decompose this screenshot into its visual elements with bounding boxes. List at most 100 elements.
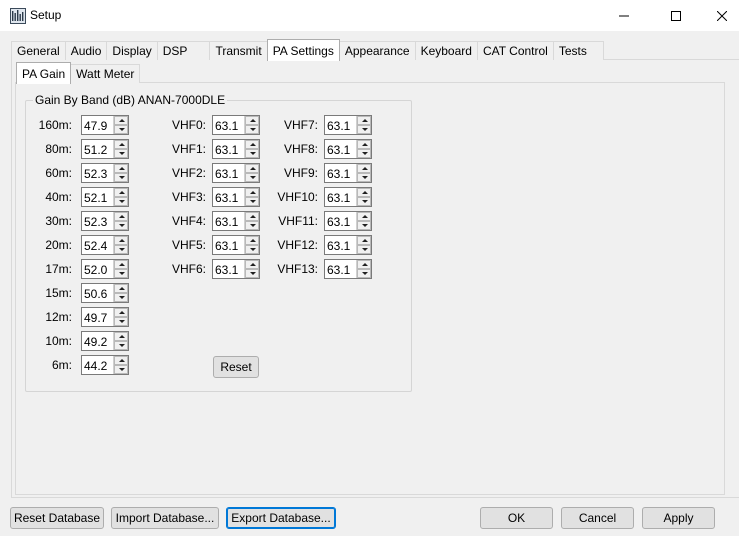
chevron-up-icon[interactable] [114, 260, 128, 269]
vhf-a-gain-spinner-1[interactable]: 63.1 [212, 139, 260, 159]
vhf-b-gain-spinner-2[interactable]: 63.1 [324, 163, 372, 183]
chevron-up-icon[interactable] [114, 212, 128, 221]
apply-button[interactable]: Apply [642, 507, 715, 529]
vhf-a-gain-spinner-6[interactable]: 63.1 [212, 259, 260, 279]
chevron-up-icon[interactable] [114, 284, 128, 293]
chevron-up-icon[interactable] [114, 308, 128, 317]
gain-value[interactable]: 63.1 [327, 191, 350, 205]
tab-display[interactable]: Display [106, 41, 158, 60]
gain-value[interactable]: 63.1 [215, 263, 238, 277]
gain-value[interactable]: 63.1 [327, 119, 350, 133]
gain-value[interactable]: 49.2 [84, 335, 107, 349]
hf-gain-spinner-10[interactable]: 44.2 [81, 355, 129, 375]
vhf-a-gain-spinner-4[interactable]: 63.1 [212, 211, 260, 231]
tab-audio[interactable]: Audio [64, 41, 108, 60]
ok-button[interactable]: OK [480, 507, 553, 529]
vhf-b-gain-spinner-5[interactable]: 63.1 [324, 235, 372, 255]
gain-value[interactable]: 63.1 [215, 119, 238, 133]
gain-value[interactable]: 51.2 [84, 143, 107, 157]
gain-value[interactable]: 63.1 [327, 263, 350, 277]
tab-cat-control[interactable]: CAT Control [476, 41, 554, 60]
chevron-up-icon[interactable] [114, 236, 128, 245]
chevron-down-icon[interactable] [114, 125, 128, 134]
tab-tests[interactable]: Tests [552, 41, 604, 60]
chevron-up-icon[interactable] [357, 212, 371, 221]
chevron-down-icon[interactable] [245, 173, 259, 182]
vhf-a-gain-spinner-2[interactable]: 63.1 [212, 163, 260, 183]
chevron-down-icon[interactable] [114, 269, 128, 278]
export-database-button[interactable]: Export Database... [226, 507, 336, 529]
chevron-up-icon[interactable] [114, 332, 128, 341]
vhf-b-gain-spinner-1[interactable]: 63.1 [324, 139, 372, 159]
hf-gain-spinner-2[interactable]: 52.3 [81, 163, 129, 183]
chevron-down-icon[interactable] [357, 149, 371, 158]
gain-value[interactable]: 44.2 [84, 359, 107, 373]
gain-value[interactable]: 63.1 [215, 191, 238, 205]
chevron-down-icon[interactable] [357, 197, 371, 206]
hf-gain-spinner-4[interactable]: 52.3 [81, 211, 129, 231]
vhf-b-gain-spinner-0[interactable]: 63.1 [324, 115, 372, 135]
tab-dsp[interactable]: DSP [156, 41, 211, 60]
tab-appearance[interactable]: Appearance [338, 41, 416, 60]
chevron-down-icon[interactable] [114, 221, 128, 230]
chevron-down-icon[interactable] [114, 341, 128, 350]
gain-value[interactable]: 49.7 [84, 311, 107, 325]
chevron-down-icon[interactable] [245, 125, 259, 134]
tab-pa-settings[interactable]: PA Settings [266, 39, 340, 61]
subtab-watt-meter[interactable]: Watt Meter [70, 64, 141, 83]
chevron-down-icon[interactable] [114, 197, 128, 206]
gain-value[interactable]: 63.1 [327, 215, 350, 229]
gain-value[interactable]: 63.1 [215, 239, 238, 253]
chevron-up-icon[interactable] [245, 212, 259, 221]
gain-value[interactable]: 63.1 [215, 167, 238, 181]
tab-keyboard[interactable]: Keyboard [414, 41, 478, 60]
import-database-button[interactable]: Import Database... [111, 507, 219, 529]
chevron-down-icon[interactable] [114, 317, 128, 326]
chevron-down-icon[interactable] [114, 365, 128, 374]
reset-database-button[interactable]: Reset Database [10, 507, 104, 529]
chevron-up-icon[interactable] [114, 188, 128, 197]
chevron-up-icon[interactable] [357, 188, 371, 197]
chevron-up-icon[interactable] [245, 188, 259, 197]
chevron-up-icon[interactable] [245, 164, 259, 173]
chevron-up-icon[interactable] [357, 140, 371, 149]
minimize-button[interactable] [601, 0, 647, 31]
hf-gain-spinner-6[interactable]: 52.0 [81, 259, 129, 279]
chevron-down-icon[interactable] [245, 149, 259, 158]
chevron-down-icon[interactable] [357, 173, 371, 182]
chevron-down-icon[interactable] [114, 173, 128, 182]
gain-value[interactable]: 52.3 [84, 215, 107, 229]
chevron-down-icon[interactable] [114, 149, 128, 158]
gain-value[interactable]: 63.1 [327, 143, 350, 157]
gain-value[interactable]: 52.4 [84, 239, 107, 253]
vhf-a-gain-spinner-0[interactable]: 63.1 [212, 115, 260, 135]
vhf-a-gain-spinner-3[interactable]: 63.1 [212, 187, 260, 207]
hf-gain-spinner-3[interactable]: 52.1 [81, 187, 129, 207]
gain-value[interactable]: 52.0 [84, 263, 107, 277]
chevron-down-icon[interactable] [245, 269, 259, 278]
gain-value[interactable]: 47.9 [84, 119, 107, 133]
cancel-button[interactable]: Cancel [561, 507, 634, 529]
chevron-down-icon[interactable] [357, 269, 371, 278]
reset-gain-button[interactable]: Reset [213, 356, 259, 378]
chevron-up-icon[interactable] [114, 164, 128, 173]
hf-gain-spinner-8[interactable]: 49.7 [81, 307, 129, 327]
chevron-down-icon[interactable] [245, 221, 259, 230]
chevron-up-icon[interactable] [245, 140, 259, 149]
chevron-up-icon[interactable] [357, 164, 371, 173]
chevron-down-icon[interactable] [357, 245, 371, 254]
maximize-button[interactable] [653, 0, 699, 31]
close-button[interactable] [699, 0, 739, 31]
chevron-up-icon[interactable] [357, 236, 371, 245]
chevron-down-icon[interactable] [114, 293, 128, 302]
tab-general[interactable]: General [11, 41, 66, 60]
hf-gain-spinner-7[interactable]: 50.6 [81, 283, 129, 303]
chevron-down-icon[interactable] [357, 125, 371, 134]
vhf-b-gain-spinner-6[interactable]: 63.1 [324, 259, 372, 279]
gain-value[interactable]: 63.1 [215, 215, 238, 229]
hf-gain-spinner-0[interactable]: 47.9 [81, 115, 129, 135]
hf-gain-spinner-9[interactable]: 49.2 [81, 331, 129, 351]
chevron-up-icon[interactable] [114, 140, 128, 149]
chevron-up-icon[interactable] [357, 116, 371, 125]
chevron-down-icon[interactable] [245, 245, 259, 254]
